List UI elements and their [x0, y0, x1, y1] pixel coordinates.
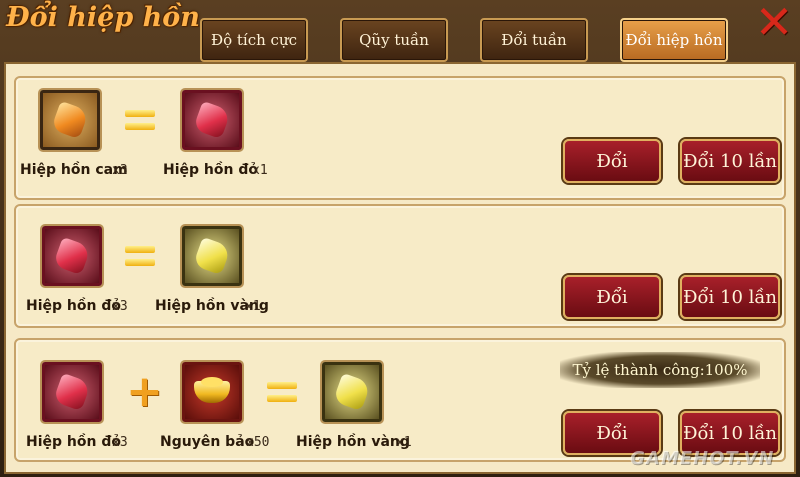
output-qty: x1 [252, 163, 268, 178]
output-qty: x1 [245, 299, 261, 314]
input-qty: x3 [112, 163, 128, 178]
close-x-icon[interactable]: ✕ [752, 0, 796, 45]
orange-gem-icon[interactable] [40, 90, 100, 150]
equals-icon [267, 382, 297, 402]
tab-weekly-fund[interactable]: Qũy tuần [340, 18, 448, 62]
equals-icon [125, 110, 155, 130]
yellow-gem-icon[interactable] [322, 362, 382, 422]
exchange-10-button[interactable]: Đổi 10 lần [680, 139, 780, 183]
red-gem-icon[interactable] [42, 226, 102, 286]
exchange-button[interactable]: Đổi [563, 275, 661, 319]
input-name: Hiệp hồn đỏ [26, 434, 121, 450]
gold-ingot-icon[interactable] [182, 362, 242, 422]
success-rate-label: Tỷ lệ thành công:100% [560, 352, 760, 388]
exchange-button[interactable]: Đổi [563, 139, 661, 183]
plus-icon: + [126, 366, 163, 417]
equals-icon [125, 246, 155, 266]
recipe-row-2 [14, 204, 786, 328]
input-qty: x50 [246, 435, 270, 450]
tab-activity[interactable]: Độ tích cực [200, 18, 308, 62]
yellow-gem-icon[interactable] [182, 226, 242, 286]
output-name: Hiệp hồn đỏ [163, 162, 258, 178]
red-gem-icon[interactable] [42, 362, 102, 422]
red-gem-icon[interactable] [182, 90, 242, 150]
input-name: Hiệp hồn đỏ [26, 298, 121, 314]
tab-weekly-exchange[interactable]: Đổi tuần [480, 18, 588, 62]
input-qty: x3 [112, 435, 128, 450]
tab-soul-exchange[interactable]: Đổi hiệp hồn [620, 18, 728, 62]
recipe-row-1 [14, 76, 786, 200]
window-title: Đổi hiệp hồn [6, 2, 200, 33]
input-name: Nguyên bảo [160, 434, 255, 450]
input-qty: x3 [112, 299, 128, 314]
output-name: Hiệp hồn vàng [296, 434, 410, 450]
exchange-10-button[interactable]: Đổi 10 lần [680, 275, 780, 319]
output-qty: x1 [396, 435, 412, 450]
exchange-window: Đổi hiệp hồn ✕ Độ tích cực Qũy tuần Đổi … [0, 0, 800, 477]
watermark: GAMEHOT.VN [630, 448, 775, 469]
